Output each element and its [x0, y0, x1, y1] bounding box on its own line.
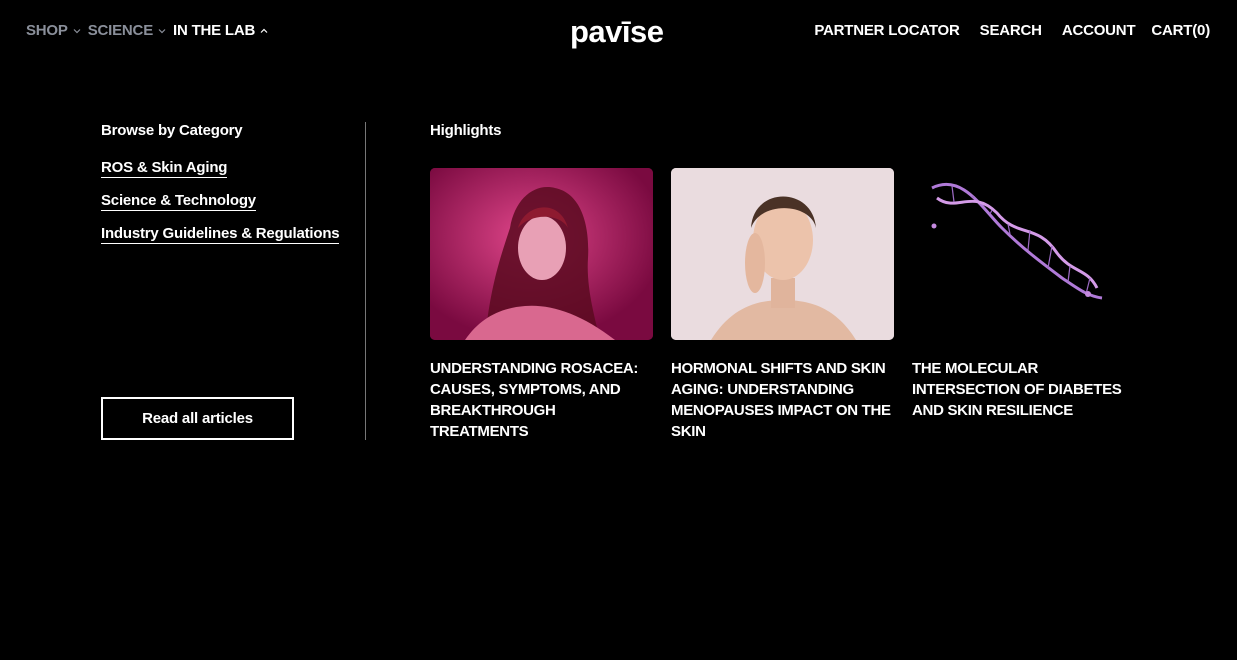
chevron-down-icon	[73, 27, 81, 35]
category-list: ROS & Skin Aging Science & Technology In…	[101, 145, 351, 244]
column-divider	[365, 122, 366, 440]
cart-link[interactable]: CART(0)	[1151, 22, 1210, 39]
category-link-science-technology[interactable]: Science & Technology	[101, 192, 256, 211]
article-title-rosacea[interactable]: UNDERSTANDING ROSACEA: CAUSES, SYMPTOMS,…	[430, 358, 653, 442]
nav-science-label: SCIENCE	[87, 22, 153, 39]
article-title-diabetes[interactable]: THE MOLECULAR INTERSECTION OF DIABETES A…	[912, 358, 1135, 421]
utility-nav: PARTNER LOCATOR SEARCH ACCOUNT CART(0)	[814, 22, 1210, 39]
search-link[interactable]: SEARCH	[980, 22, 1042, 39]
highlights-column: Highlights UNDERSTANDING ROSACEA: CAUSES…	[430, 122, 1160, 440]
brand-logo[interactable]: pavīse	[570, 14, 664, 50]
category-link-industry-guidelines[interactable]: Industry Guidelines & Regulations	[101, 225, 340, 244]
read-all-articles-button[interactable]: Read all articles	[101, 397, 294, 440]
account-link[interactable]: ACCOUNT	[1062, 22, 1136, 39]
chevron-down-icon	[158, 27, 166, 35]
article-image-hormonal[interactable]	[671, 168, 894, 340]
nav-shop-label: SHOP	[26, 22, 68, 39]
nav-science[interactable]: SCIENCE	[88, 22, 166, 39]
article-card[interactable]: HORMONAL SHIFTS AND SKIN AGING: UNDERSTA…	[671, 168, 894, 442]
nav-in-the-lab-label: IN THE LAB	[173, 22, 256, 39]
browse-category-column: Browse by Category ROS & Skin Aging Scie…	[101, 122, 351, 244]
highlights-title: Highlights	[430, 122, 502, 139]
chevron-up-icon	[260, 27, 268, 35]
category-link-ros-skin-aging[interactable]: ROS & Skin Aging	[101, 159, 227, 178]
article-image-rosacea[interactable]	[430, 168, 653, 340]
nav-shop[interactable]: SHOP	[26, 22, 81, 39]
browse-category-title: Browse by Category	[101, 122, 243, 139]
highlight-cards: UNDERSTANDING ROSACEA: CAUSES, SYMPTOMS,…	[430, 168, 1135, 442]
nav-in-the-lab[interactable]: IN THE LAB	[173, 22, 268, 39]
article-card[interactable]: THE MOLECULAR INTERSECTION OF DIABETES A…	[912, 168, 1135, 442]
partner-locator-link[interactable]: PARTNER LOCATOR	[814, 22, 960, 39]
article-image-dna[interactable]	[912, 168, 1135, 340]
article-card[interactable]: UNDERSTANDING ROSACEA: CAUSES, SYMPTOMS,…	[430, 168, 653, 442]
site-header: SHOP SCIENCE IN THE LAB pavīse PARTNER L…	[0, 0, 1237, 64]
article-title-hormonal[interactable]: HORMONAL SHIFTS AND SKIN AGING: UNDERSTA…	[671, 358, 894, 442]
primary-nav: SHOP SCIENCE IN THE LAB	[26, 22, 275, 39]
